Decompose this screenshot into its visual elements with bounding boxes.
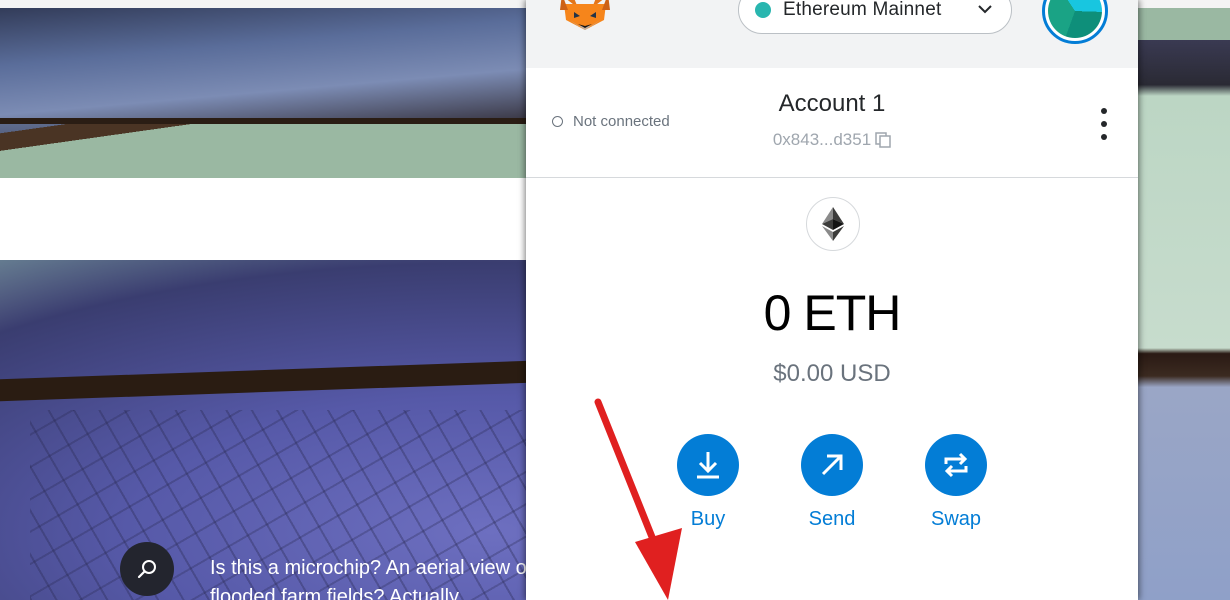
swap-icon <box>944 452 968 478</box>
swap-button[interactable] <box>925 434 987 496</box>
send-label: Send <box>808 508 856 530</box>
eth-balance: 0 ETH <box>763 285 902 341</box>
swap-label: Swap <box>930 508 982 530</box>
photo-caption-line1: Is this a microchip? An aerial view of f… <box>210 557 530 579</box>
send-action[interactable]: Send <box>801 434 863 531</box>
account-name: Account 1 <box>778 90 886 117</box>
network-status-dot <box>755 2 771 18</box>
download-icon <box>697 452 719 479</box>
aerial-photo-right <box>1138 40 1230 600</box>
action-buttons: Buy Send Swap <box>677 434 987 531</box>
metamask-fox-icon[interactable] <box>556 0 614 36</box>
network-selector[interactable]: Ethereum Mainnet <box>738 0 1012 34</box>
search-icon <box>137 560 156 579</box>
fiat-balance: $0.00 USD <box>773 360 891 387</box>
buy-label: Buy <box>690 508 726 530</box>
red-arrow-icon <box>594 398 682 600</box>
chevron-down-icon <box>978 5 992 14</box>
account-address-button[interactable]: 0x843...d351 <box>526 130 1138 150</box>
photo-caption: Is this a microchip? An aerial view of f… <box>210 554 530 600</box>
ethereum-icon <box>806 197 860 251</box>
kebab-menu-icon[interactable] <box>1098 108 1110 140</box>
network-label: Ethereum Mainnet <box>783 0 942 20</box>
send-button[interactable] <box>801 434 863 496</box>
app-header: Ethereum Mainnet <box>526 0 1138 68</box>
account-bar: Not connected Account 1 0x843...d351 <box>526 68 1138 178</box>
account-address: 0x843...d351 <box>772 130 872 149</box>
copy-icon <box>875 132 891 148</box>
account-identicon <box>1048 0 1102 38</box>
account-avatar[interactable] <box>1042 0 1108 44</box>
swap-action[interactable]: Swap <box>925 434 987 531</box>
arrow-up-right-icon <box>821 454 843 476</box>
search-button[interactable] <box>120 542 174 596</box>
photo-caption-line2: flooded farm fields? Actually, <box>210 586 464 600</box>
